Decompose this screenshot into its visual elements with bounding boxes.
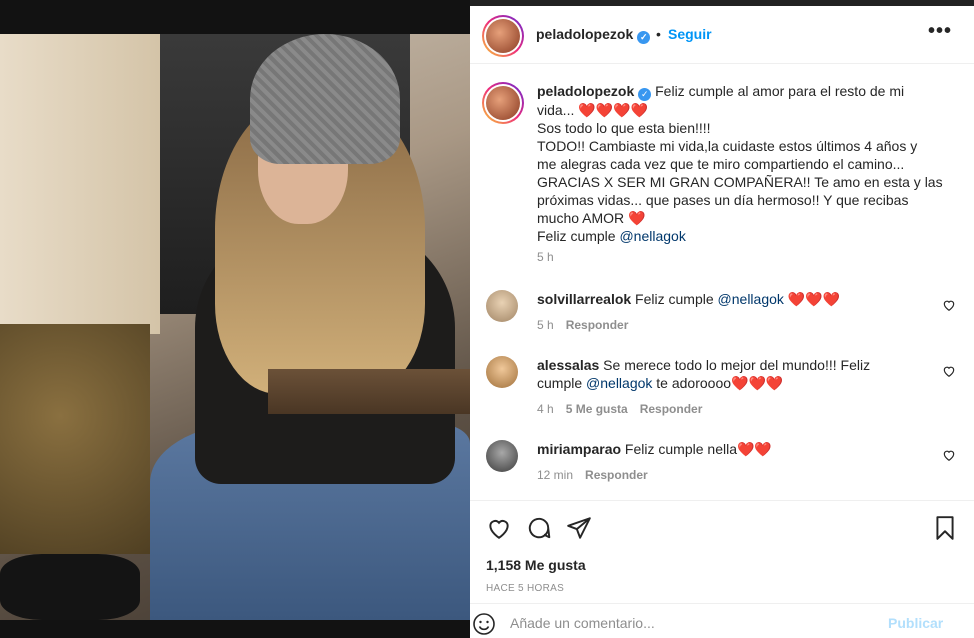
comment-time[interactable]: 12 min: [537, 468, 573, 482]
bookmark-icon[interactable]: [932, 515, 958, 541]
follow-button[interactable]: Seguir: [668, 26, 712, 42]
comment-like-icon[interactable]: [942, 298, 956, 312]
comment-icon[interactable]: [526, 515, 552, 541]
verified-icon: ✓: [638, 88, 652, 101]
comment-meta: 5 h Responder: [537, 318, 640, 332]
comment-text: alessalas Se merece todo lo mejor del mu…: [537, 357, 871, 391]
comment-meta: 4 h 5 Me gusta Responder: [537, 402, 714, 416]
caption-username[interactable]: peladolopezok: [537, 83, 634, 99]
post-side-panel: peladolopezok ✓ • Seguir ••• peladolopezo…: [470, 6, 974, 638]
commenter-avatar[interactable]: [486, 290, 518, 322]
share-icon[interactable]: [566, 515, 592, 541]
post-photo[interactable]: [0, 34, 470, 620]
author-avatar[interactable]: [482, 15, 524, 57]
add-comment-bar: Publicar: [470, 603, 974, 638]
caption-mention[interactable]: @nellagok: [619, 228, 685, 244]
verified-icon: ✓: [637, 31, 651, 44]
reply-button[interactable]: Responder: [585, 468, 648, 482]
comment-text: miriamparao Feliz cumple nella❤️❤️: [537, 441, 772, 457]
comment-input[interactable]: [510, 610, 890, 636]
commenter-username[interactable]: solvillarrealok: [537, 291, 631, 307]
post-date[interactable]: HACE 5 HORAS: [486, 583, 564, 594]
likes-count[interactable]: 1,158 Me gusta: [486, 557, 586, 573]
photo-shoe: [0, 554, 140, 620]
comment-item: alessalas Se merece todo lo mejor del mu…: [486, 356, 966, 416]
comment-item: miriamparao Feliz cumple nella❤️❤️ 12 mi…: [486, 440, 966, 492]
commenter-avatar[interactable]: [486, 440, 518, 472]
comment-likes[interactable]: 5 Me gusta: [566, 402, 628, 416]
caption-text: peladolopezok ✓ Feliz cumple al amor para…: [537, 83, 943, 244]
commenter-username[interactable]: miriamparao: [537, 441, 621, 457]
emoji-icon[interactable]: [472, 612, 496, 636]
commenter-username[interactable]: alessalas: [537, 357, 599, 373]
photo-hat: [250, 34, 400, 164]
comment-like-icon[interactable]: [942, 364, 956, 378]
reply-button[interactable]: Responder: [566, 318, 629, 332]
comment-like-icon[interactable]: [942, 448, 956, 462]
photo-bush: [0, 324, 150, 554]
more-icon[interactable]: •••: [928, 20, 952, 43]
post-header: peladolopezok ✓ • Seguir •••: [470, 6, 974, 64]
commenter-avatar[interactable]: [486, 356, 518, 388]
separator-dot: •: [656, 26, 661, 42]
heart-icon[interactable]: [486, 515, 512, 541]
post-actions: 1,158 Me gusta HACE 5 HORAS Publicar: [470, 500, 974, 638]
comment-mention[interactable]: @nellagok: [718, 291, 784, 307]
comment-time[interactable]: 4 h: [537, 402, 554, 416]
comment-time[interactable]: 5 h: [537, 318, 554, 332]
comment-item: solvillarrealok Feliz cumple @nellagok ❤…: [486, 290, 966, 342]
publish-button[interactable]: Publicar: [888, 615, 943, 631]
caption-time[interactable]: 5 h: [537, 250, 554, 264]
photo-table: [268, 369, 470, 414]
reply-button[interactable]: Responder: [640, 402, 703, 416]
comment-text: solvillarrealok Feliz cumple @nellagok ❤…: [537, 291, 841, 307]
comment-meta: 12 min Responder: [537, 468, 660, 482]
caption-avatar[interactable]: [482, 82, 524, 124]
photo-column: [0, 34, 160, 334]
author-username[interactable]: peladolopezok ✓: [536, 26, 651, 44]
comment-mention[interactable]: @nellagok: [586, 375, 652, 391]
